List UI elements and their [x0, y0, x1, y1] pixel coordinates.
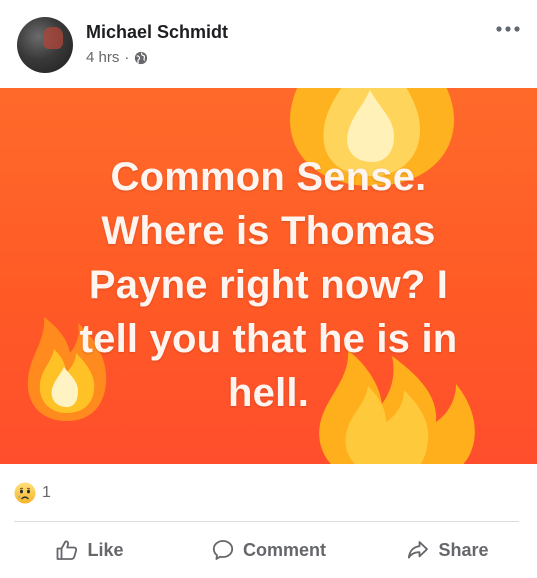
comment-icon	[212, 540, 234, 560]
reactions-summary[interactable]: 1	[14, 482, 51, 504]
comment-button[interactable]: Comment	[179, 522, 358, 578]
author-name[interactable]: Michael Schmidt	[86, 22, 228, 43]
post-meta: 4 hrs ·	[86, 49, 148, 66]
sad-reaction-icon	[14, 482, 36, 504]
post-text: Common Sense. Where is Thomas Payne righ…	[79, 155, 458, 415]
post-text-background: Common Sense. Where is Thomas Payne righ…	[0, 88, 537, 464]
avatar[interactable]	[17, 17, 73, 73]
more-options-icon[interactable]	[493, 20, 523, 38]
post-actions: Like Comment Share	[0, 522, 537, 578]
post-header: Michael Schmidt 4 hrs ·	[0, 0, 537, 88]
share-button[interactable]: Share	[358, 522, 537, 578]
globe-icon	[135, 51, 148, 64]
share-label: Share	[438, 539, 489, 560]
meta-separator: ·	[124, 49, 130, 66]
reaction-count[interactable]: 1	[42, 484, 51, 502]
like-label: Like	[87, 539, 124, 560]
like-button[interactable]: Like	[0, 522, 179, 578]
comment-label: Comment	[242, 539, 326, 560]
share-icon	[408, 541, 429, 559]
thumbs-up-icon	[57, 540, 78, 560]
post-time[interactable]: 4 hrs	[86, 49, 119, 66]
